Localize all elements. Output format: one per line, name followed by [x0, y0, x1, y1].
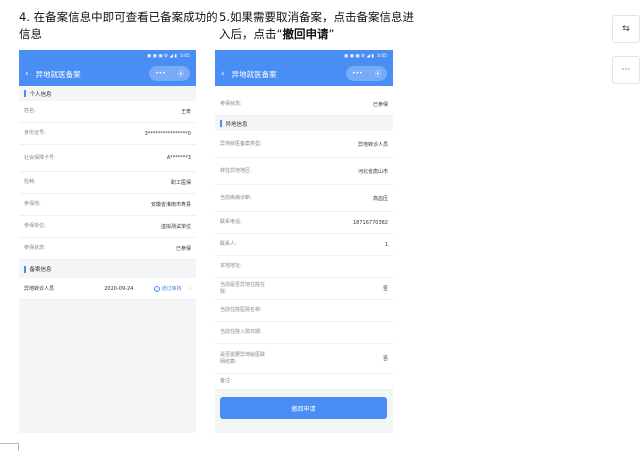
section-bar — [220, 120, 222, 127]
phone-screenshot-2: ▣ ▣ ▣ ⚙ ◢ ▮ 3:05 ‹ 异地就医备案 ••• ⦿ 参保状态: 已参保 异… — [215, 50, 393, 433]
row-label: 参保地: — [24, 201, 41, 207]
app-header: ‹ 异地就医备案 ••• ⦿ — [215, 62, 393, 86]
row-value: 否 — [382, 286, 388, 292]
row-value: 职工医保 — [170, 180, 191, 186]
row-label: 参保状态: — [220, 101, 242, 107]
row-status: 参保状态: 已参保 — [19, 238, 196, 260]
row-value: 已参保 — [175, 246, 191, 252]
row-label: 当前住院入院日期: — [220, 329, 262, 335]
row-phone: 联系电话: 18716770382 — [215, 212, 393, 234]
status-time: 3:05 — [179, 53, 190, 59]
section-title: 备案信息 — [29, 267, 52, 273]
status-icons: ▣ ▣ ▣ ⚙ ◢ ▮ — [344, 53, 374, 59]
target-icon[interactable]: ⦿ — [178, 69, 184, 78]
sidebar-more-button[interactable]: ⋯ — [612, 56, 640, 84]
status-bar: ▣ ▣ ▣ ⚙ ◢ ▮ 3:05 — [19, 50, 196, 62]
record-status: ✓ 通过审核 › — [153, 285, 191, 292]
row-label: 备注: — [220, 378, 232, 384]
status-bar: ▣ ▣ ▣ ⚙ ◢ ▮ 3:05 — [215, 50, 393, 62]
step-5-post: ” — [328, 27, 335, 41]
row-address: 本地地址: — [215, 256, 393, 278]
status-text: 通过审核 — [161, 286, 182, 292]
row-diagnosis: 当前疾病诊断: 高血压 — [215, 185, 393, 212]
section-remote: 异地信息 — [215, 116, 393, 131]
row-value: 高血压 — [372, 195, 388, 202]
row-value: 3****************0 — [144, 130, 191, 137]
step-4-text: 4. 在备案信息中即可查看已备案成功的信息 — [19, 10, 218, 41]
row-label: 当前住院医院名称: — [220, 307, 262, 313]
row-value: A*******3 — [166, 155, 191, 161]
more-icon: ⋯ — [621, 65, 631, 75]
step-5-text: 5.如果需要取消备案，点击备案信息进入后，点击“撤回申请” — [219, 9, 419, 43]
back-icon[interactable]: ‹ — [221, 69, 225, 79]
row-settlement: 是否需要异地就医联网结算: 否 — [215, 344, 393, 374]
row-insurance: 险种: 职工医保 — [19, 172, 196, 194]
row-value: 河北省唐山市 — [357, 168, 388, 175]
capsule-menu[interactable]: ••• ⦿ — [149, 66, 190, 81]
swap-icon: ⇆ — [622, 24, 630, 34]
row-label: 当前是否异地住院在院: — [220, 281, 266, 295]
row-label: 身份证号: — [24, 130, 46, 136]
row-value: 虚拟测试单位 — [160, 224, 191, 230]
page-title: 异地就医备案 — [35, 69, 81, 79]
record-date: 2020-09-24 — [104, 285, 134, 292]
more-icon[interactable]: ••• — [352, 70, 363, 77]
row-value: 异地转诊人员 — [357, 141, 388, 148]
row-id: 身份证号: 3****************0 — [19, 123, 196, 145]
status-time: 3:05 — [376, 53, 387, 59]
row-name: 姓名: 王奇 — [19, 101, 196, 123]
row-value: 18716770382 — [353, 219, 388, 226]
check-icon: ✓ — [153, 285, 160, 292]
page-title: 异地就医备案 — [231, 69, 277, 79]
row-region: 转往异地地区: 河北省唐山市 — [215, 158, 393, 185]
row-value: 已参保 — [372, 102, 388, 108]
row-label: 当前疾病诊断: — [220, 194, 252, 201]
row-contact: 联系人: 1 — [215, 234, 393, 256]
row-remark: 备注: — [215, 374, 393, 390]
row-type: 异地就医备案类型: 异地转诊人员 — [215, 131, 393, 158]
row-label: 参保状态: — [24, 245, 46, 251]
phone-screenshot-1: ▣ ▣ ▣ ⚙ ◢ ▮ 3:05 ‹ 异地就医备案 ••• ⦿ 个人信息 姓名: 王奇… — [19, 50, 196, 433]
row-value: 王奇 — [180, 109, 191, 115]
row-admit-date: 当前住院入院日期: — [215, 322, 393, 344]
row-label: 本地地址: — [220, 263, 242, 269]
record-row[interactable]: 异地转诊人员 2020-09-24 ✓ 通过审核 › — [19, 278, 196, 300]
row-label: 转往异地地区: — [220, 167, 252, 174]
row-hospital: 当前住院医院名称: — [215, 300, 393, 322]
row-place: 参保地: 安徽省淮南市寿县 — [19, 194, 196, 216]
section-title: 异地信息 — [225, 121, 248, 128]
row-label: 险种: — [24, 179, 36, 185]
row-label: 社会保障卡号: — [24, 154, 56, 161]
section-bar — [24, 90, 26, 97]
row-label: 联系人: — [220, 241, 237, 247]
row-status: 参保状态: 已参保 — [215, 86, 393, 116]
back-icon[interactable]: ‹ — [25, 69, 29, 79]
row-inpatient: 当前是否异地住院在院: 否 — [215, 278, 393, 300]
section-record: 备案信息 — [19, 260, 196, 278]
row-unit: 参保单位: 虚拟测试单位 — [19, 216, 196, 238]
row-value: 否 — [382, 356, 388, 362]
app-header: ‹ 异地就医备案 ••• ⦿ — [19, 62, 196, 86]
section-bar — [24, 265, 26, 273]
status-icons: ▣ ▣ ▣ ⚙ ◢ ▮ — [147, 53, 177, 59]
page-corner-mark — [0, 443, 19, 451]
row-label: 参保单位: — [24, 223, 46, 229]
section-title: 个人信息 — [29, 91, 52, 98]
row-label: 姓名: — [24, 108, 36, 114]
capsule-menu[interactable]: ••• ⦿ — [346, 66, 387, 81]
withdraw-button[interactable]: 撤回申请 — [220, 397, 387, 419]
step-5-bold: 撤回申请 — [282, 27, 329, 41]
row-label: 异地就医备案类型: — [220, 140, 262, 147]
sidebar-swap-button[interactable]: ⇆ — [612, 15, 640, 43]
row-label: 是否需要异地就医联网结算: — [220, 351, 266, 365]
more-icon[interactable]: ••• — [155, 70, 166, 77]
row-card: 社会保障卡号: A*******3 — [19, 145, 196, 172]
record-type: 异地转诊人员 — [24, 286, 55, 292]
chevron-right-icon: › — [188, 285, 191, 292]
row-label: 联系电话: — [220, 219, 242, 225]
target-icon[interactable]: ⦿ — [375, 69, 381, 78]
row-value: 安徽省淮南市寿县 — [150, 202, 191, 208]
section-personal: 个人信息 — [19, 86, 196, 101]
row-value: 1 — [384, 241, 388, 248]
